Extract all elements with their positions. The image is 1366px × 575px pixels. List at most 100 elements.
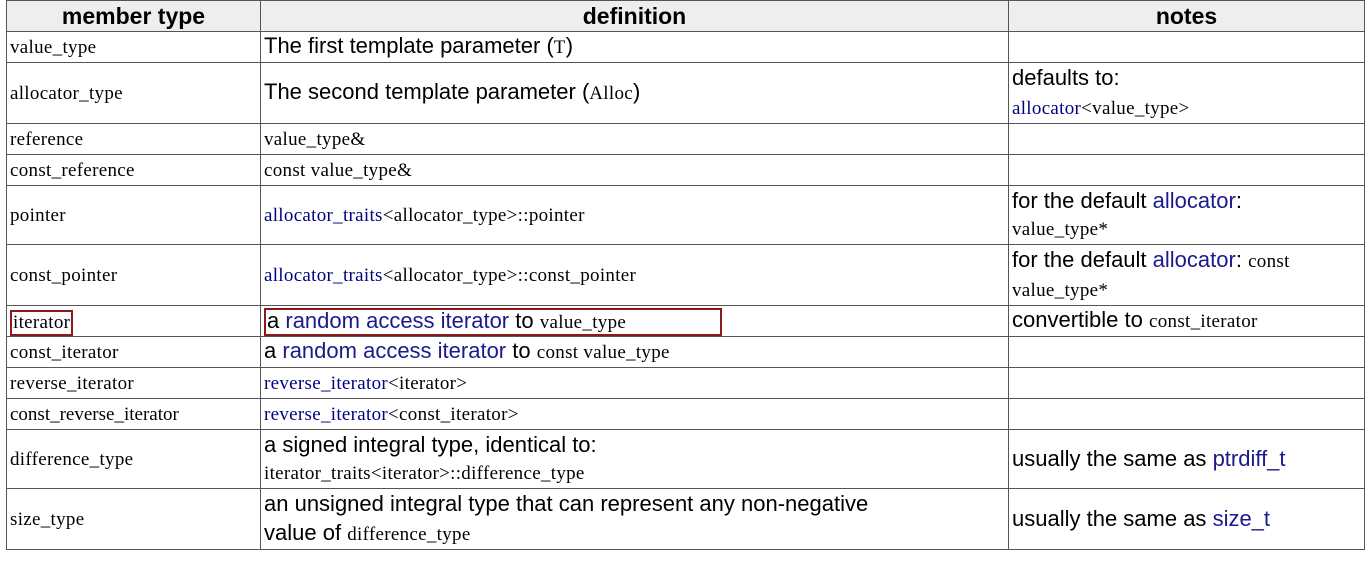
- member-name: allocator_type: [10, 83, 123, 104]
- member-cell: size_type: [6, 488, 261, 550]
- member-name: difference_type: [10, 449, 134, 470]
- definition-code: const value_type&: [264, 160, 413, 181]
- allocator-link[interactable]: allocator: [1153, 188, 1236, 213]
- header-member-type: member type: [6, 0, 261, 32]
- notes-colon: :: [1235, 247, 1242, 272]
- definition-highlighted: a random access iterator to value_type: [264, 307, 722, 336]
- notes-cell: convertible to const_iterator: [1008, 305, 1365, 337]
- table-row: const_reverse_iterator reverse_iterator<…: [6, 398, 1365, 430]
- notes-text: defaults to:: [1012, 65, 1120, 90]
- definition-code: value_type&: [264, 129, 366, 150]
- table-row: reference value_type&: [6, 123, 1365, 155]
- member-cell: difference_type: [6, 429, 261, 489]
- definition-text-end: ): [565, 33, 574, 58]
- member-cell: iterator: [6, 305, 261, 337]
- notes-cell: for the default allocator: value_type*: [1008, 185, 1365, 245]
- notes-text: usually the same as: [1012, 506, 1207, 531]
- definition-to: to: [515, 307, 534, 333]
- table-row: iterator a random access iterator to val…: [6, 305, 1365, 337]
- member-name: const_reference: [10, 160, 135, 181]
- definition-cell: an unsigned integral type that can repre…: [260, 488, 1009, 550]
- definition-cell: a signed integral type, identical to: ite…: [260, 429, 1009, 489]
- definition-cell: The first template parameter (T): [260, 31, 1009, 63]
- member-name: reference: [10, 129, 84, 150]
- definition-code: <iterator>: [388, 373, 468, 394]
- notes-cell: [1008, 123, 1365, 155]
- random-access-iterator-link[interactable]: random access iterator: [285, 308, 509, 333]
- notes-text: for the default: [1012, 247, 1147, 272]
- notes-cell: [1008, 367, 1365, 399]
- definition-cell: The second template parameter (Alloc): [260, 62, 1009, 124]
- definition-code: <allocator_type>::const_pointer: [382, 265, 637, 286]
- member-cell: value_type: [6, 31, 261, 63]
- allocator-link[interactable]: allocator: [1153, 247, 1236, 272]
- definition-code: difference_type: [347, 524, 471, 545]
- member-cell: const_iterator: [6, 336, 261, 368]
- notes-code: value_type*: [1012, 219, 1109, 240]
- definition-cell: allocator_traits<allocator_type>::const_…: [260, 244, 1009, 306]
- table-row: reverse_iterator reverse_iterator<iterat…: [6, 367, 1365, 399]
- definition-code: iterator_traits<iterator>::difference_ty…: [264, 463, 585, 484]
- notes-cell: [1008, 154, 1365, 186]
- header-row: member type definition notes: [6, 0, 1365, 32]
- definition-cell: a random access iterator to value_type: [260, 305, 1009, 337]
- definition-cell: allocator_traits<allocator_type>::pointe…: [260, 185, 1009, 245]
- member-cell: reverse_iterator: [6, 367, 261, 399]
- member-name: value_type: [10, 37, 97, 58]
- notes-cell: usually the same as ptrdiff_t: [1008, 429, 1365, 489]
- notes-cell: usually the same as size_t: [1008, 488, 1365, 550]
- member-name: const_reverse_iterator: [10, 404, 179, 425]
- notes-cell: for the default allocator: const value_ty…: [1008, 244, 1365, 306]
- notes-code: const: [1248, 251, 1290, 272]
- allocator-traits-link[interactable]: allocator_traits: [264, 265, 383, 286]
- definition-code: <const_iterator>: [388, 404, 519, 425]
- table-row: pointer allocator_traits<allocator_type>…: [6, 185, 1365, 245]
- notes-cell: [1008, 336, 1365, 368]
- definition-text-2: value of: [264, 520, 342, 545]
- table-row: value_type The first template parameter …: [6, 31, 1365, 63]
- member-cell: const_reference: [6, 154, 261, 186]
- random-access-iterator-link[interactable]: random access iterator: [282, 338, 506, 363]
- definition-text: a signed integral type, identical to:: [264, 432, 597, 457]
- definition-text-end: ): [633, 79, 641, 104]
- definition-code: const value_type: [536, 342, 670, 363]
- notes-text: usually the same as: [1012, 446, 1207, 471]
- definition-cell: reverse_iterator<iterator>: [260, 367, 1009, 399]
- member-name: reverse_iterator: [10, 373, 135, 394]
- definition-code: T: [553, 37, 566, 58]
- size-t-link[interactable]: size_t: [1213, 506, 1270, 531]
- reverse-iterator-link[interactable]: reverse_iterator: [264, 373, 388, 394]
- member-types-table: member type definition notes value_type …: [6, 0, 1365, 550]
- allocator-link[interactable]: allocator: [1012, 98, 1081, 119]
- allocator-traits-link[interactable]: allocator_traits: [264, 205, 383, 226]
- table-row: const_reference const value_type&: [6, 154, 1365, 186]
- definition-text: The second template parameter (: [264, 79, 590, 104]
- definition-cell: reverse_iterator<const_iterator>: [260, 398, 1009, 430]
- definition-cell: a random access iterator to const value_…: [260, 336, 1009, 368]
- ptrdiff-t-link[interactable]: ptrdiff_t: [1213, 446, 1286, 471]
- table-row: allocator_type The second template param…: [6, 62, 1365, 124]
- definition-text: an unsigned integral type that can repre…: [264, 491, 869, 516]
- notes-code: const_iterator: [1148, 311, 1258, 332]
- table-row: difference_type a signed integral type, …: [6, 429, 1365, 489]
- reverse-iterator-link[interactable]: reverse_iterator: [264, 404, 388, 425]
- member-cell: allocator_type: [6, 62, 261, 124]
- definition-code: <allocator_type>::pointer: [382, 205, 585, 226]
- notes-cell: [1008, 31, 1365, 63]
- member-name: pointer: [10, 205, 66, 226]
- member-cell: reference: [6, 123, 261, 155]
- header-notes: notes: [1008, 0, 1365, 32]
- definition-text: The first template parameter (: [264, 33, 554, 58]
- header-definition: definition: [260, 0, 1009, 32]
- definition-code: value_type: [539, 311, 627, 333]
- table-row: size_type an unsigned integral type that…: [6, 488, 1365, 550]
- member-types-table-wrapper: member type definition notes value_type …: [6, 0, 1365, 550]
- definition-text: a: [267, 307, 280, 333]
- notes-colon: :: [1235, 188, 1242, 213]
- definition-text: a: [264, 338, 277, 363]
- member-name-highlighted: iterator: [10, 309, 74, 336]
- table-row: const_iterator a random access iterator …: [6, 336, 1365, 368]
- definition-cell: const value_type&: [260, 154, 1009, 186]
- notes-cell: defaults to: allocator<value_type>: [1008, 62, 1365, 124]
- notes-text: for the default: [1012, 188, 1147, 213]
